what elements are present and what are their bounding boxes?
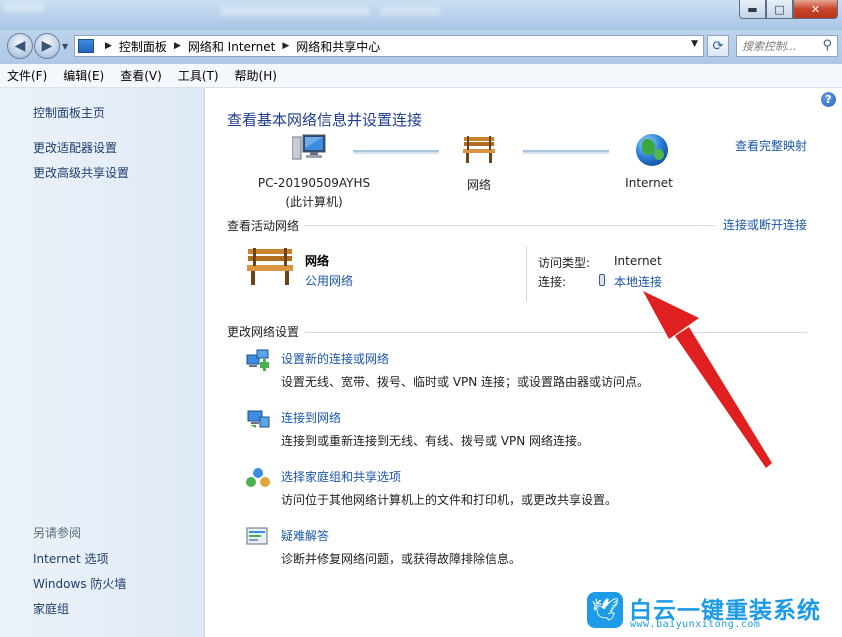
- blurred-title: [220, 6, 370, 16]
- connection-line-pc-network: [353, 150, 439, 154]
- access-type-value: Internet: [614, 254, 662, 268]
- homegroup-sharing-link[interactable]: 选择家庭组和共享选项: [281, 468, 401, 485]
- connection-line-network-internet: [523, 150, 609, 154]
- connect-disconnect-link[interactable]: 连接或断开连接: [723, 216, 807, 233]
- connect-to-network-icon: [247, 410, 270, 428]
- change-settings-divider: [305, 332, 807, 333]
- search-input[interactable]: 搜索控制... ⚲: [736, 35, 838, 57]
- change-settings-heading: 更改网络设置: [227, 325, 300, 339]
- twitter-bird-icon: 🕊: [587, 592, 623, 628]
- watermark-logo: 🕊 白云一键重装系统 www.baiyunxitong.com: [587, 590, 837, 634]
- title-bar: ▬ □ ✕: [0, 0, 842, 30]
- menu-tools[interactable]: 工具(T): [178, 67, 219, 84]
- new-connection-icon: [246, 349, 269, 371]
- blurred-title-right: [380, 6, 440, 16]
- troubleshoot-link[interactable]: 疑难解答: [281, 527, 329, 544]
- minimize-button[interactable]: ▬: [739, 0, 766, 19]
- menu-bar: 文件(F) 编辑(E) 查看(V) 工具(T) 帮助(H): [0, 64, 842, 88]
- window-controls: ▬ □ ✕: [739, 0, 838, 19]
- sidebar-item-internet-options[interactable]: Internet 选项: [33, 550, 108, 567]
- sidebar-item-homegroup[interactable]: 家庭组: [33, 600, 69, 617]
- recent-pages-dropdown-icon[interactable]: ▼: [62, 42, 68, 51]
- see-also-heading: 另请参阅: [33, 526, 82, 540]
- page-title: 查看基本网络信息并设置连接: [227, 111, 423, 129]
- setup-new-connection-link[interactable]: 设置新的连接或网络: [281, 350, 389, 367]
- access-type-label: 访问类型:: [538, 256, 591, 270]
- back-arrow-icon: ◀: [14, 38, 26, 54]
- homegroup-sharing-icon: [246, 468, 270, 487]
- connections-label: 连接:: [538, 275, 567, 289]
- control-panel-icon: [78, 39, 94, 53]
- active-networks-divider: [305, 225, 715, 226]
- address-dropdown-icon[interactable]: ▼: [691, 39, 698, 49]
- forward-arrow-icon: ▶: [41, 38, 53, 54]
- menu-help[interactable]: 帮助(H): [235, 67, 277, 84]
- setup-new-connection-desc: 设置无线、宽带、拨号、临时或 VPN 连接；或设置路由器或访问点。: [281, 375, 650, 389]
- sidebar-item-adapter-settings[interactable]: 更改适配器设置: [33, 139, 117, 156]
- sidebar-item-control-panel-home[interactable]: 控制面板主页: [33, 104, 105, 121]
- sidebar-item-windows-firewall[interactable]: Windows 防火墙: [33, 575, 126, 592]
- computer-name: PC-20190509AYHS: [257, 176, 371, 190]
- local-connection-link[interactable]: 本地连接: [614, 273, 662, 290]
- sidebar-item-advanced-sharing[interactable]: 更改高级共享设置: [33, 164, 129, 181]
- connect-to-network-desc: 连接到或重新连接到无线、有线、拨号或 VPN 网络连接。: [281, 434, 590, 448]
- watermark-url: www.baiyunxitong.com: [630, 619, 761, 630]
- troubleshoot-desc: 诊断并修复网络问题，或获得故障排除信息。: [281, 552, 522, 566]
- address-toolbar: ◀ ▶ ▼ ▶ 控制面板 ▶ 网络和 Internet ▶ 网络和共享中心 ▼ …: [0, 30, 842, 64]
- breadcrumb-separator-icon[interactable]: ▶: [174, 41, 181, 51]
- active-network-separator: [526, 246, 527, 302]
- forward-button[interactable]: ▶: [34, 33, 60, 59]
- internet-label: Internet: [625, 176, 673, 190]
- search-placeholder: 搜索控制...: [742, 40, 797, 53]
- internet-globe-icon[interactable]: [636, 134, 668, 166]
- computer-sub-label: (此计算机): [285, 195, 343, 209]
- connect-to-network-link[interactable]: 连接到网络: [281, 409, 341, 426]
- refresh-button[interactable]: ⟳: [707, 35, 729, 57]
- address-box[interactable]: ▶ 控制面板 ▶ 网络和 Internet ▶ 网络和共享中心 ▼: [74, 35, 704, 57]
- active-networks-heading: 查看活动网络: [227, 219, 300, 233]
- refresh-icon: ⟳: [712, 38, 724, 54]
- menu-view[interactable]: 查看(V): [120, 67, 162, 84]
- troubleshoot-icon: [246, 527, 268, 545]
- search-icon[interactable]: ⚲: [822, 38, 832, 53]
- network-type-link[interactable]: 公用网络: [305, 272, 353, 289]
- network-bench-icon[interactable]: [462, 136, 496, 164]
- breadcrumb-network-sharing-center[interactable]: 网络和共享中心: [296, 38, 380, 55]
- menu-edit[interactable]: 编辑(E): [63, 67, 104, 84]
- view-full-map-link[interactable]: 查看完整映射: [735, 137, 807, 154]
- public-network-bench-icon: [247, 248, 293, 285]
- main-content: ? 查看基本网络信息并设置连接 查看完整映射 PC-20190509AYHS (…: [206, 88, 842, 637]
- breadcrumb-control-panel[interactable]: 控制面板: [119, 38, 167, 55]
- homegroup-sharing-desc: 访问位于其他网络计算机上的文件和打印机，或更改共享设置。: [281, 493, 618, 507]
- computer-icon[interactable]: [292, 134, 326, 164]
- blurred-title-left: [4, 2, 44, 12]
- breadcrumb-separator-icon[interactable]: ▶: [105, 41, 112, 51]
- active-network-name: 网络: [305, 254, 330, 268]
- ethernet-plug-icon: [599, 274, 605, 286]
- back-button[interactable]: ◀: [7, 33, 33, 59]
- sidebar: 控制面板主页 更改适配器设置 更改高级共享设置 另请参阅 Internet 选项…: [0, 88, 205, 637]
- help-icon[interactable]: ?: [821, 92, 836, 107]
- network-label: 网络: [466, 178, 491, 192]
- maximize-button[interactable]: □: [766, 0, 793, 19]
- menu-file[interactable]: 文件(F): [7, 67, 47, 84]
- breadcrumb-separator-icon[interactable]: ▶: [282, 41, 289, 51]
- close-button[interactable]: ✕: [793, 0, 838, 19]
- breadcrumb-network-internet[interactable]: 网络和 Internet: [188, 38, 275, 55]
